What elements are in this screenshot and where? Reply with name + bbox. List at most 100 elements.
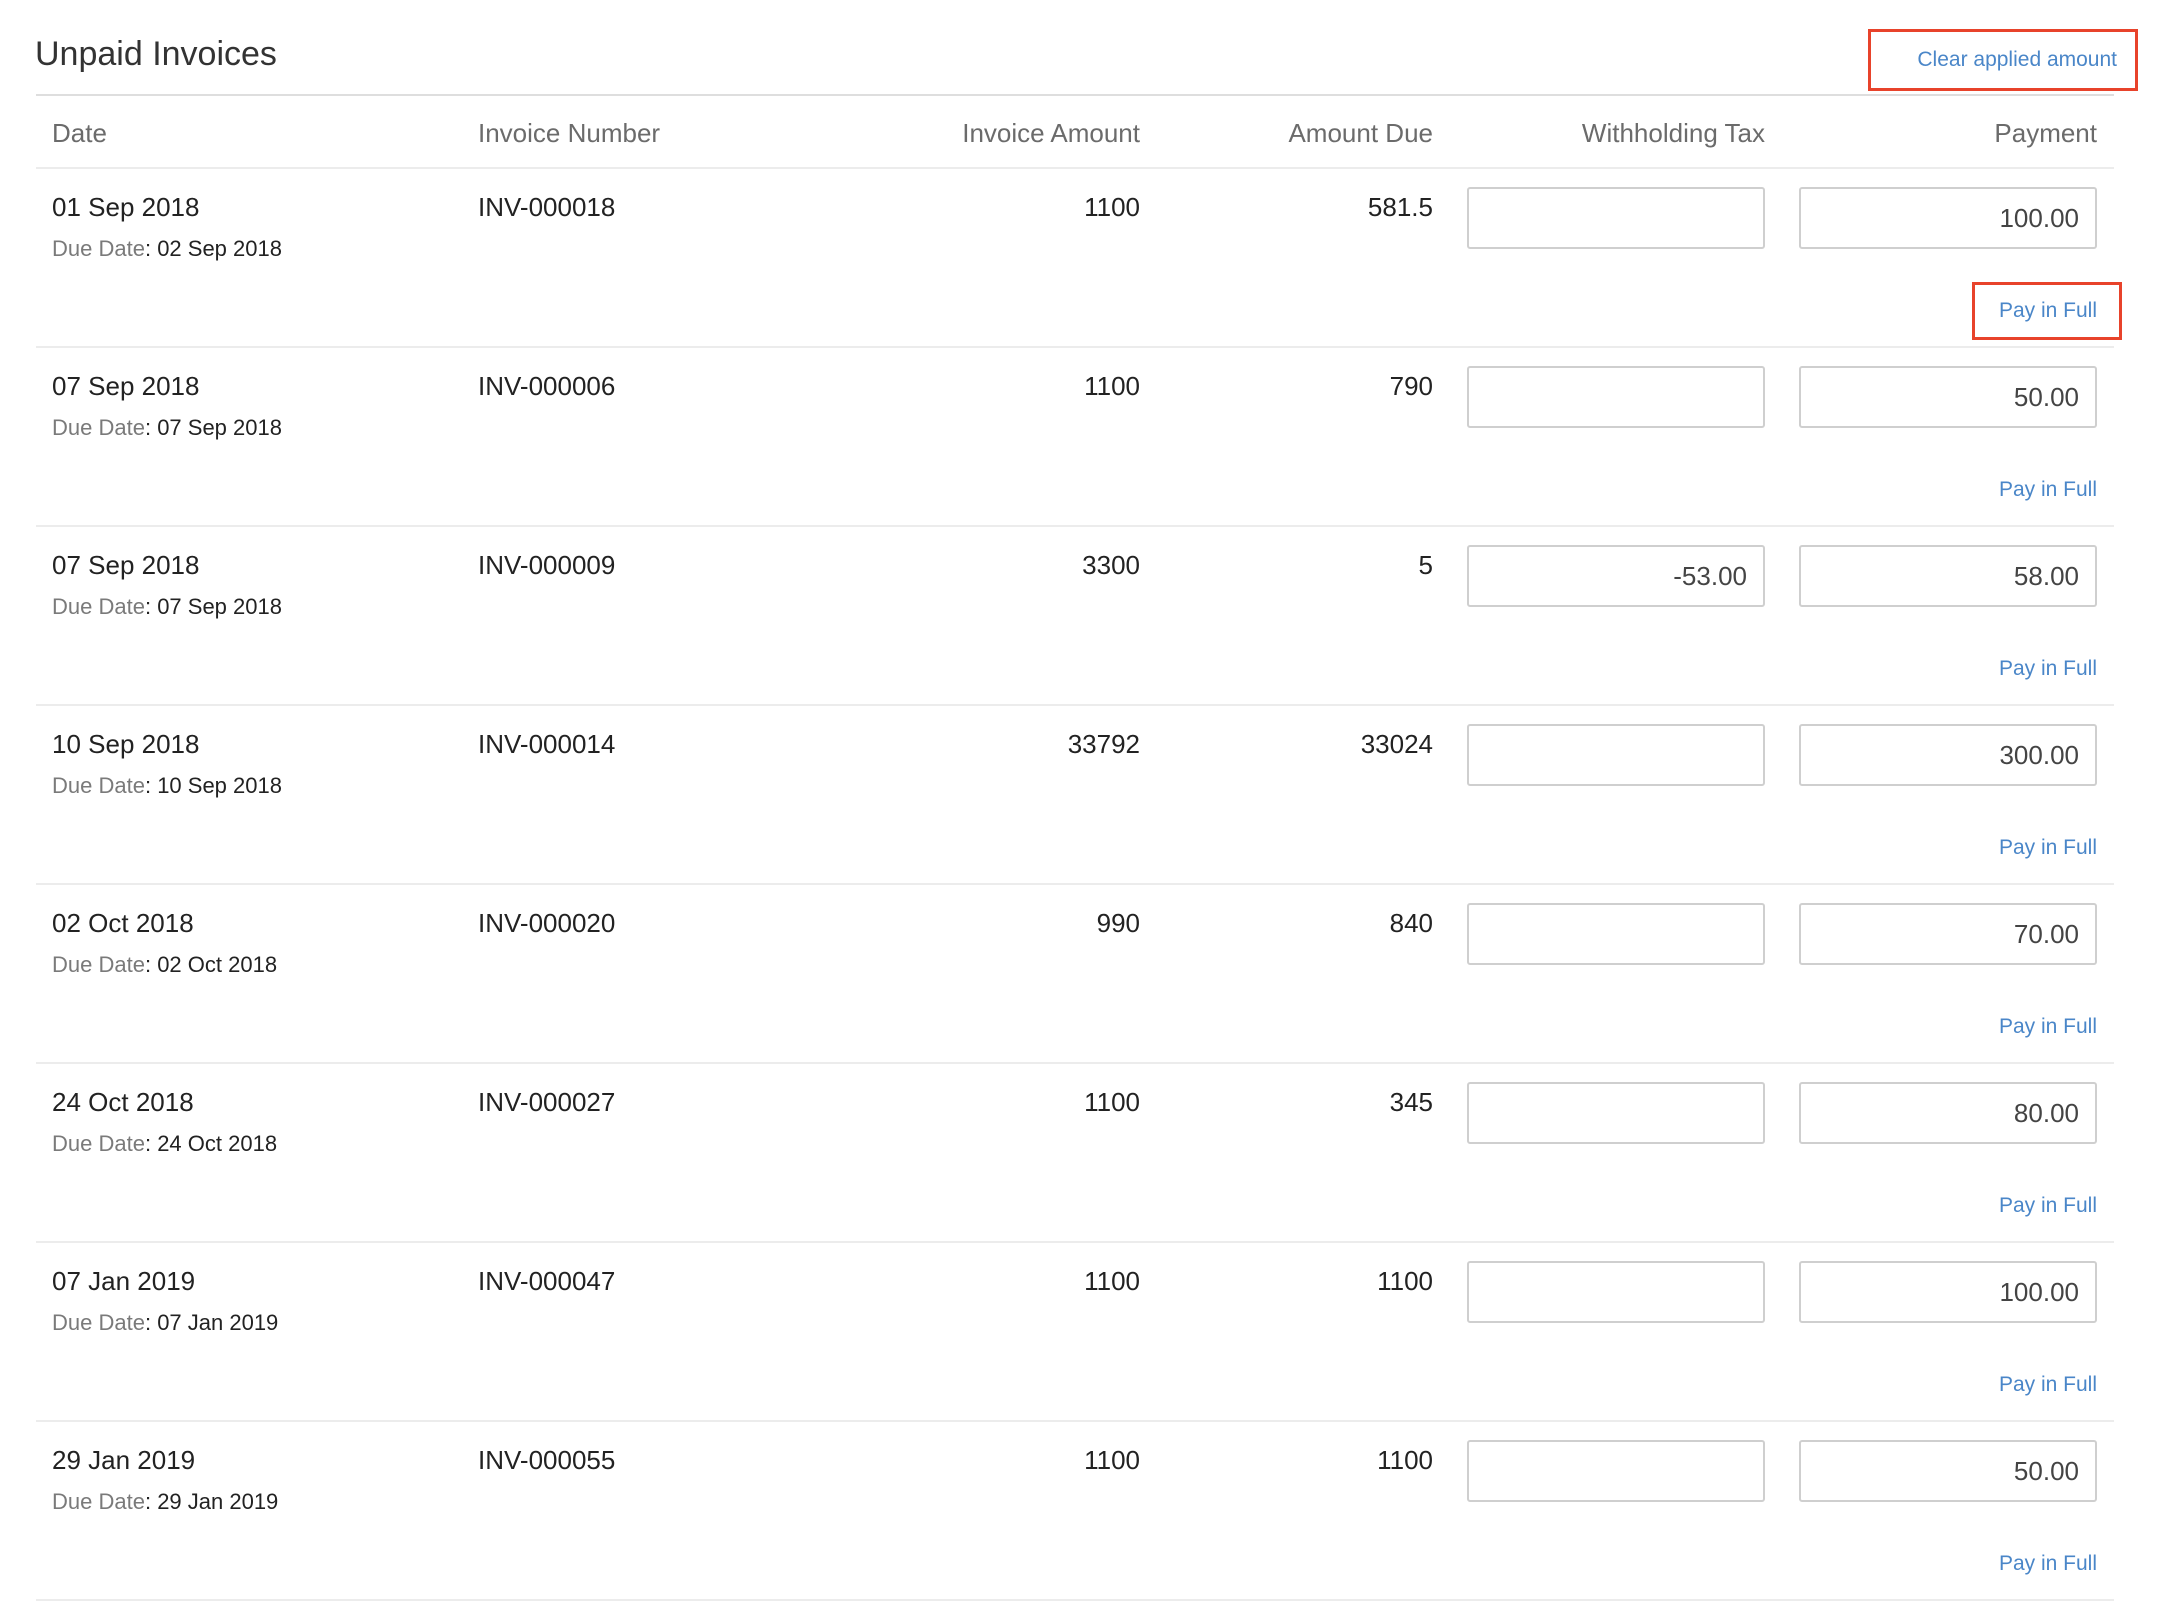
invoice-date: 02 Oct 2018 <box>52 908 194 938</box>
column-header-invoice-amount: Invoice Amount <box>962 118 1140 148</box>
table-row: 07 Sep 2018 Due Date: 07 Sep 2018 INV-00… <box>36 527 2114 706</box>
table-row: 07 Sep 2018 Due Date: 07 Sep 2018 INV-00… <box>36 348 2114 527</box>
due-date-label: Due Date <box>52 952 145 977</box>
due-date-value: 02 Oct 2018 <box>157 952 278 977</box>
pay-in-full-link[interactable]: Pay in Full <box>1999 833 2097 863</box>
pay-in-full-link[interactable]: Pay in Full <box>1999 475 2097 505</box>
amount-due: 1100 <box>1377 1445 1433 1475</box>
invoice-amount: 3300 <box>1082 550 1140 580</box>
withholding-tax-input[interactable] <box>1467 724 1765 786</box>
pay-in-full-link[interactable]: Pay in Full <box>1999 296 2097 326</box>
pay-in-full-link[interactable]: Pay in Full <box>1999 654 2097 684</box>
table-row: 29 Jan 2019 Due Date: 29 Jan 2019 INV-00… <box>36 1422 2114 1601</box>
amount-due: 345 <box>1389 1087 1433 1117</box>
table-row: 01 Sep 2018 Due Date: 02 Sep 2018 INV-00… <box>36 169 2114 348</box>
column-header-payment: Payment <box>1994 118 2097 148</box>
pay-in-full-link[interactable]: Pay in Full <box>1999 1370 2097 1400</box>
pay-in-full-link[interactable]: Pay in Full <box>1999 1549 2097 1579</box>
unpaid-invoices-table: Date Invoice Number Invoice Amount Amoun… <box>36 94 2114 1601</box>
withholding-tax-input[interactable] <box>1467 1082 1765 1144</box>
pay-in-full-link[interactable]: Pay in Full <box>1999 1012 2097 1042</box>
due-date-label: Due Date <box>52 415 145 440</box>
invoice-number: INV-000047 <box>478 1266 616 1296</box>
due-date: Due Date: 02 Sep 2018 <box>52 236 282 261</box>
clear-applied-amount-link[interactable]: Clear applied amount <box>1917 32 2117 88</box>
table-row: 10 Sep 2018 Due Date: 10 Sep 2018 INV-00… <box>36 706 2114 885</box>
invoice-date: 24 Oct 2018 <box>52 1087 194 1117</box>
due-date: Due Date: 29 Jan 2019 <box>52 1489 279 1514</box>
invoice-amount: 1100 <box>1084 1266 1140 1296</box>
table-row: 02 Oct 2018 Due Date: 02 Oct 2018 INV-00… <box>36 885 2114 1064</box>
amount-due: 33024 <box>1360 729 1433 759</box>
invoice-amount: 1100 <box>1084 192 1140 222</box>
payment-input[interactable] <box>1799 1261 2097 1323</box>
due-date-label: Due Date <box>52 594 145 619</box>
pay-in-full-link[interactable]: Pay in Full <box>1999 1191 2097 1221</box>
payment-input[interactable] <box>1799 724 2097 786</box>
invoice-number: INV-000006 <box>478 371 616 401</box>
due-date-value: 02 Sep 2018 <box>157 236 282 261</box>
table-body: 01 Sep 2018 Due Date: 02 Sep 2018 INV-00… <box>36 169 2114 1601</box>
due-date: Due Date: 07 Sep 2018 <box>52 594 282 619</box>
due-date-value: 07 Jan 2019 <box>157 1310 279 1335</box>
column-header-invoice-number: Invoice Number <box>478 118 661 148</box>
due-date-label: Due Date <box>52 1131 145 1156</box>
withholding-tax-input[interactable] <box>1467 545 1765 607</box>
invoice-date: 01 Sep 2018 <box>52 192 200 222</box>
table-header: Date Invoice Number Invoice Amount Amoun… <box>36 96 2114 169</box>
amount-due: 581.5 <box>1367 192 1433 222</box>
withholding-tax-input[interactable] <box>1467 366 1765 428</box>
invoice-number: INV-000027 <box>478 1087 616 1117</box>
column-header-withholding-tax: Withholding Tax <box>1581 118 1765 148</box>
payment-input[interactable] <box>1799 366 2097 428</box>
withholding-tax-input[interactable] <box>1467 1261 1765 1323</box>
invoice-date: 07 Jan 2019 <box>52 1266 196 1296</box>
table-row: 24 Oct 2018 Due Date: 24 Oct 2018 INV-00… <box>36 1064 2114 1243</box>
invoice-amount: 1100 <box>1084 1445 1140 1475</box>
invoice-date: 07 Sep 2018 <box>52 550 200 580</box>
invoice-amount: 33792 <box>1067 729 1140 759</box>
due-date: Due Date: 24 Oct 2018 <box>52 1131 278 1156</box>
invoice-number: INV-000018 <box>478 192 616 222</box>
invoice-number: INV-000020 <box>478 908 616 938</box>
section-title: Unpaid Invoices <box>35 35 277 73</box>
payment-input[interactable] <box>1799 187 2097 249</box>
due-date: Due Date: 02 Oct 2018 <box>52 952 278 977</box>
amount-due: 1100 <box>1377 1266 1433 1296</box>
invoice-date: 29 Jan 2019 <box>52 1445 196 1475</box>
table-row: 07 Jan 2019 Due Date: 07 Jan 2019 INV-00… <box>36 1243 2114 1422</box>
withholding-tax-input[interactable] <box>1467 903 1765 965</box>
withholding-tax-input[interactable] <box>1467 187 1765 249</box>
column-header-date: Date <box>52 118 107 148</box>
column-header-amount-due: Amount Due <box>1288 118 1433 148</box>
invoice-amount: 1100 <box>1084 1087 1140 1117</box>
due-date: Due Date: 10 Sep 2018 <box>52 773 282 798</box>
clear-applied-highlight: Clear applied amount <box>1868 29 2138 91</box>
due-date: Due Date: 07 Sep 2018 <box>52 415 282 440</box>
due-date-value: 10 Sep 2018 <box>157 773 282 798</box>
payment-input[interactable] <box>1799 1440 2097 1502</box>
due-date-label: Due Date <box>52 1310 145 1335</box>
due-date-value: 24 Oct 2018 <box>157 1131 278 1156</box>
due-date-value: 29 Jan 2019 <box>157 1489 279 1514</box>
invoice-date: 10 Sep 2018 <box>52 729 200 759</box>
payment-input[interactable] <box>1799 1082 2097 1144</box>
due-date-label: Due Date <box>52 1489 145 1514</box>
payment-input[interactable] <box>1799 545 2097 607</box>
due-date: Due Date: 07 Jan 2019 <box>52 1310 279 1335</box>
amount-due: 5 <box>1418 550 1433 580</box>
invoice-number: INV-000014 <box>478 729 616 759</box>
invoice-amount: 990 <box>1096 908 1140 938</box>
due-date-label: Due Date <box>52 773 145 798</box>
invoice-number: INV-000055 <box>478 1445 616 1475</box>
invoice-date: 07 Sep 2018 <box>52 371 200 401</box>
payment-input[interactable] <box>1799 903 2097 965</box>
due-date-value: 07 Sep 2018 <box>157 415 282 440</box>
invoice-amount: 1100 <box>1084 371 1140 401</box>
due-date-label: Due Date <box>52 236 145 261</box>
withholding-tax-input[interactable] <box>1467 1440 1765 1502</box>
due-date-value: 07 Sep 2018 <box>157 594 282 619</box>
invoice-number: INV-000009 <box>478 550 616 580</box>
amount-due: 840 <box>1389 908 1433 938</box>
amount-due: 790 <box>1389 371 1433 401</box>
